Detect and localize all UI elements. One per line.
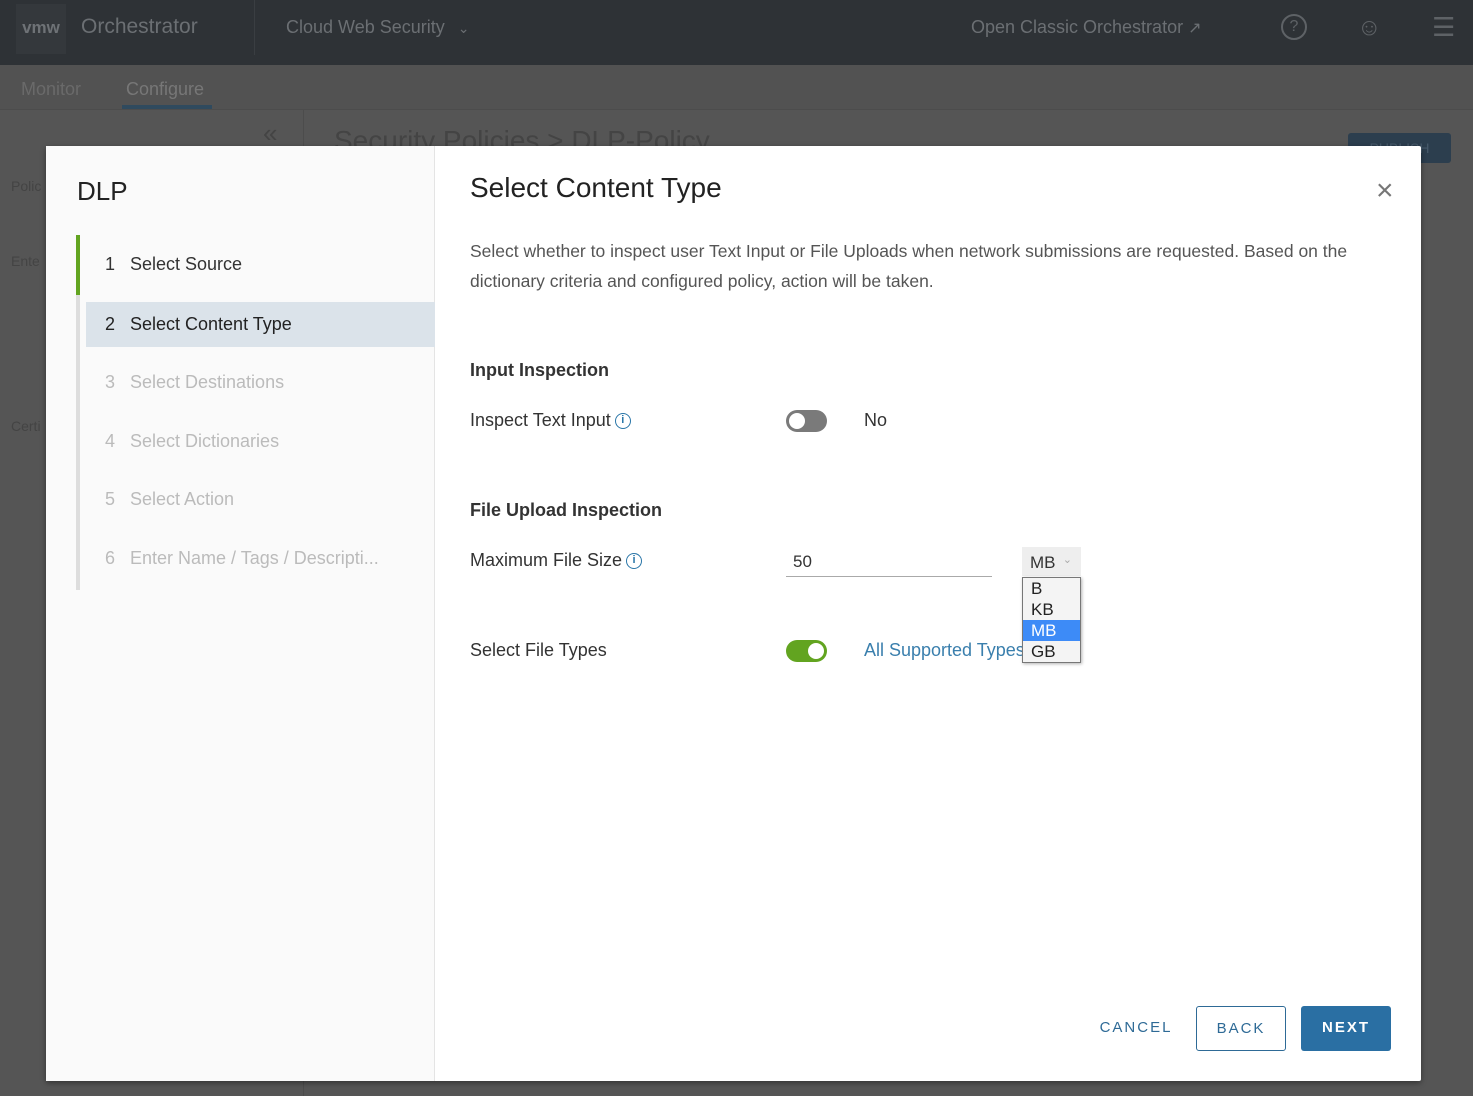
sub-nav: Monitor Configure [0,65,1473,110]
context-dropdown[interactable]: Cloud Web Security ⌄ [286,17,470,38]
select-file-types-label: Select File Types [470,640,607,660]
chevron-down-icon: ⌄ [457,20,470,36]
wizard-steps-panel: DLP 1 Select Source 2 Select Content Type … [46,146,435,1081]
step-number: 6 [105,548,116,568]
toggle-knob [789,413,805,429]
active-tab-indicator [122,105,212,109]
progress-fill [76,235,80,295]
context-label: Cloud Web Security [286,17,445,37]
open-classic-label: Open Classic Orchestrator [971,17,1184,37]
menu-icon[interactable]: ☰ [1432,12,1455,43]
inspect-text-value: No [864,410,888,430]
unit-value: MB [1030,553,1056,572]
max-file-size-input[interactable] [786,548,992,577]
open-classic-link[interactable]: Open Classic Orchestrator ↗ [971,17,1202,38]
step-enter-name[interactable]: 6 Enter Name / Tags / Descripti... [86,536,435,581]
modal-title: Select Content Type [470,172,722,203]
unit-option-kb[interactable]: KB [1023,599,1080,620]
tab-monitor[interactable]: Monitor [21,79,81,100]
step-number: 4 [105,431,116,451]
step-label: Select Source [130,254,243,274]
side-section: Polic [11,178,42,194]
inspect-text-input-label: Inspect Text Input i [470,410,631,431]
label-text: Maximum File Size [470,550,623,570]
close-icon[interactable]: × [1376,176,1394,206]
step-number: 3 [105,372,116,392]
description: Select whether to inspect user Text Inpu… [470,241,1348,291]
wizard-title: DLP [77,176,128,206]
user-icon[interactable]: ☺ [1357,14,1382,42]
step-label: Select Dictionaries [130,431,280,451]
unit-dropdown-list: B KB MB GB [1022,577,1081,663]
vmware-logo: vmw [16,4,66,54]
unit-option-mb[interactable]: MB [1023,620,1080,641]
info-icon[interactable]: i [626,553,643,570]
next-button[interactable]: NEXT [1301,1006,1391,1051]
step-select-source[interactable]: 1 Select Source [86,242,435,287]
step-label: Enter Name / Tags / Descripti... [130,548,379,568]
unit-option-gb[interactable]: GB [1023,641,1080,662]
progress-track [76,235,80,590]
unit-select[interactable]: MB ⌄ [1022,547,1081,576]
divider [254,0,255,55]
app-name: Orchestrator [81,15,198,38]
step-label: Select Action [130,489,235,509]
side-section: Ente [11,253,40,269]
toggle-knob [808,643,824,659]
unit-option-b[interactable]: B [1023,578,1080,599]
step-number: 2 [105,314,116,334]
side-section: Certi [11,418,41,434]
step-select-action[interactable]: 5 Select Action [86,477,435,522]
inspect-text-toggle[interactable] [786,410,827,432]
dlp-wizard-modal: DLP 1 Select Source 2 Select Content Type … [46,146,1421,1081]
collapse-icon[interactable]: « [263,118,277,149]
input-inspection-heading: Input Inspection [470,360,609,380]
label-text: Inspect Text Input [470,410,611,430]
chevron-down-icon: ⌄ [1062,554,1072,566]
step-label: Select Destinations [130,372,285,392]
step-label: Select Content Type [130,314,292,334]
all-supported-types-link[interactable]: All Supported Types [864,640,1025,661]
external-link-icon: ↗ [1188,20,1202,37]
step-number: 5 [105,489,116,509]
max-file-size-label: Maximum File Size i [470,550,643,571]
cancel-button[interactable]: CANCEL [1086,1006,1186,1051]
tab-configure[interactable]: Configure [126,79,204,100]
step-select-dictionaries[interactable]: 4 Select Dictionaries [86,419,435,464]
file-types-toggle[interactable] [786,640,827,662]
back-button[interactable]: BACK [1196,1006,1286,1051]
step-select-content-type[interactable]: 2 Select Content Type [86,302,435,347]
step-number: 1 [105,254,116,274]
info-icon[interactable]: i [614,413,631,430]
top-header: vmw Orchestrator Cloud Web Security ⌄ Op… [0,0,1473,65]
help-icon[interactable]: ? [1281,14,1307,40]
file-upload-heading: File Upload Inspection [470,500,663,520]
step-select-destinations[interactable]: 3 Select Destinations [86,360,435,405]
